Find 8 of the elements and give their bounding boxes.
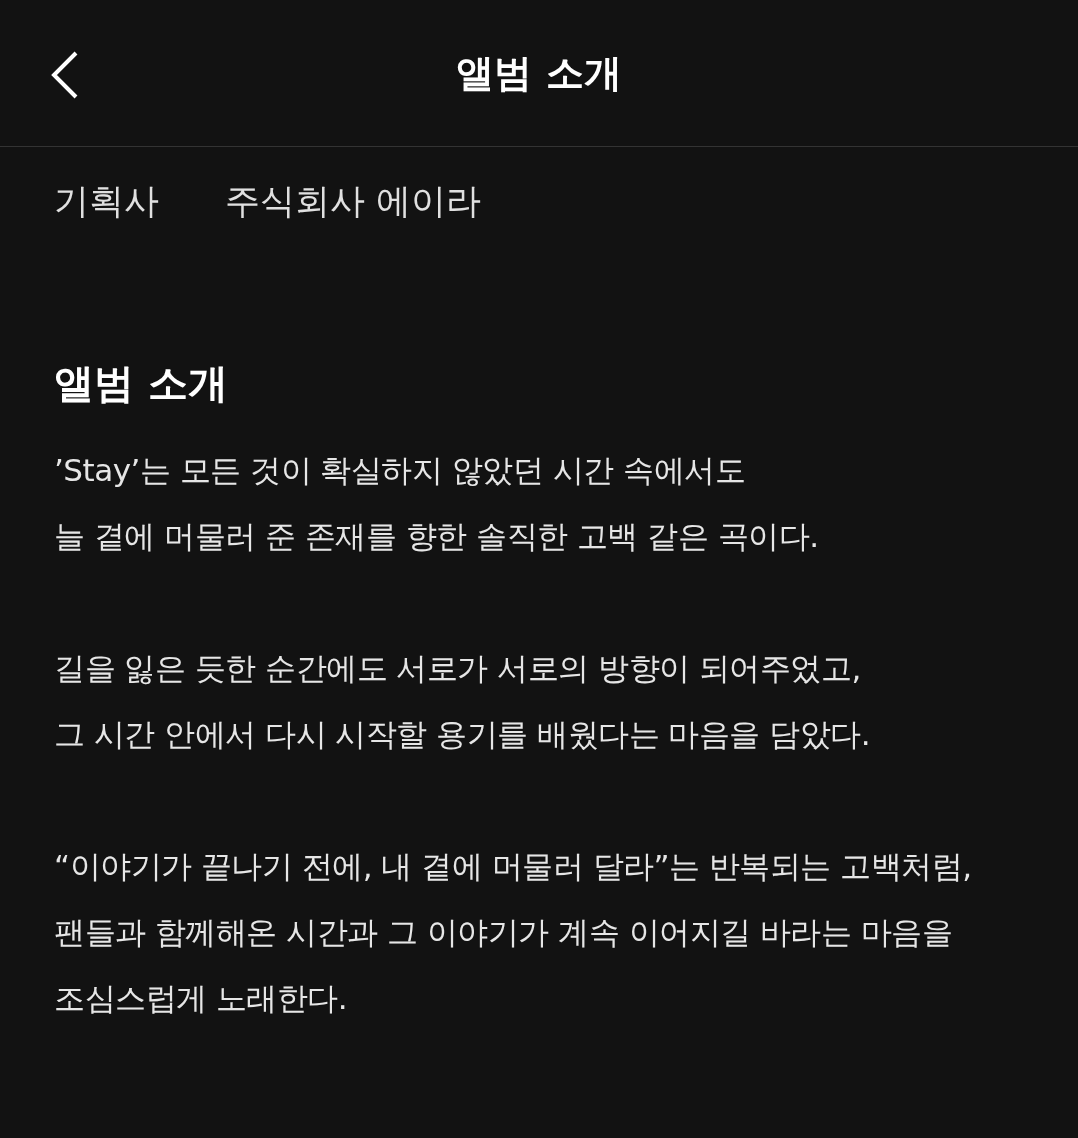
info-value: 주식회사 에이라 — [225, 180, 482, 223]
info-label: 기획사 — [54, 180, 159, 223]
description-paragraph: “이야기가 끝나기 전에, 내 곁에 머물러 달라”는 반복되는 고백처럼, 팬들과 함께해온 시간과 그 이야기가 계속 이어지길 바라는 마음을 조심스럽게 노래한다. — [54, 847, 973, 1018]
description-paragraph: 길을 잃은 듯한 순간에도 서로가 서로의 방향이 되어주었고, 그 시간 안에서 다시 시작할 용기를 배웠다는 마음을 담았다. — [54, 649, 872, 754]
description-paragraph: ’Stay’는 모든 것이 확실하지 않았던 시간 속에서도 늘 곁에 머물러 준 존재를 향한 솔직한 고백 같은 곡이다. — [54, 451, 820, 556]
section-title: 앨범 소개 — [54, 359, 229, 408]
back-icon — [50, 50, 80, 100]
page-title: 앨범 소개 — [456, 49, 622, 97]
